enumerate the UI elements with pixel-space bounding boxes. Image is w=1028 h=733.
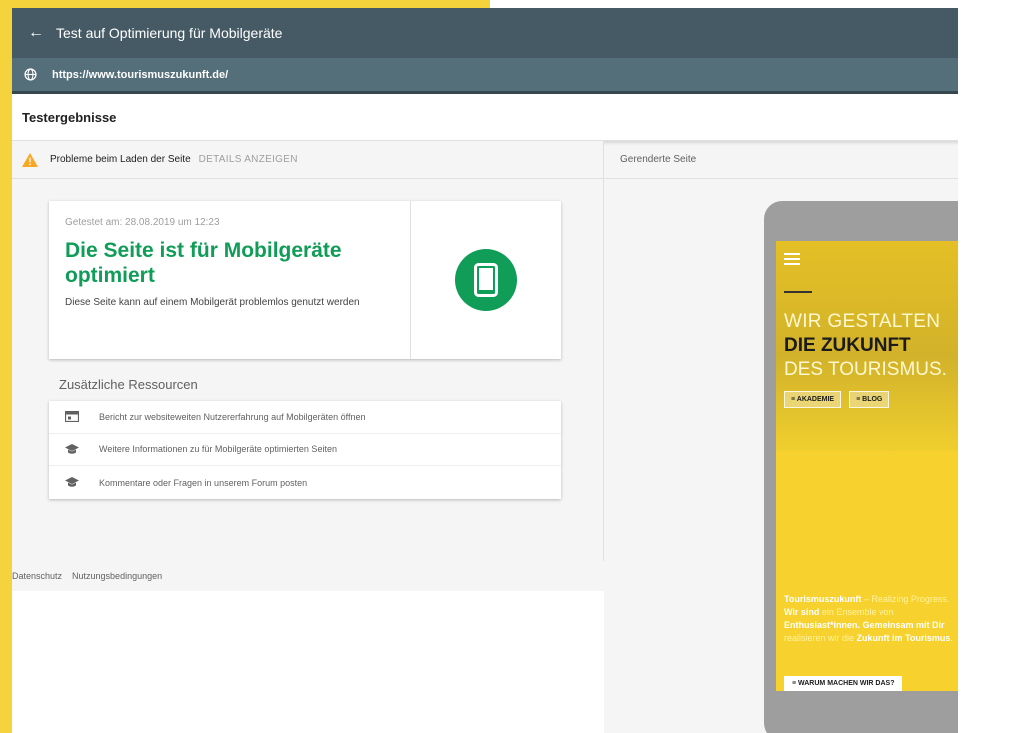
results-pane: Probleme beim Laden der Seite DETAILS AN…	[12, 141, 604, 733]
arrow-left-icon[interactable]: ←	[28, 25, 56, 41]
background-white-right	[958, 0, 1028, 733]
resources-list: Bericht zur websiteweiten Nutzererfahrun…	[49, 401, 561, 499]
app-title: Test auf Optimierung für Mobilgeräte	[56, 25, 283, 41]
resources-heading: Zusätzliche Ressourcen	[59, 377, 198, 392]
academy-button: ≡ AKADEMIE	[784, 391, 842, 408]
resource-item-label: Weitere Informationen zu für Mobilgeräte…	[99, 444, 337, 455]
enthusiasts-text: Enthusiast*innen. Gemeinsam mit Dir	[784, 620, 945, 631]
resource-item-report[interactable]: Bericht zur websiteweiten Nutzererfahrun…	[49, 401, 561, 434]
web-report-icon	[65, 411, 99, 423]
brand-name: Tourismuszukunft	[784, 594, 862, 604]
period: .	[950, 633, 953, 644]
terms-link[interactable]: Nutzungsbedingungen	[72, 571, 162, 581]
rendered-page-pane: Gerenderte Seite WIR GESTALTEN DIE ZUKUN…	[604, 141, 992, 733]
results-title: Testergebnisse	[22, 109, 117, 125]
warning-text: Probleme beim Laden der Seite	[50, 154, 191, 165]
hero-buttons: ≡ AKADEMIE ≡ BLOG	[784, 391, 897, 408]
background-yellow-strip	[0, 0, 12, 733]
ensemble-text: ein Ensemble von	[819, 607, 894, 618]
hero-line-2: DIE ZUKUNFT	[784, 335, 911, 356]
footer-spacer	[12, 591, 604, 733]
details-link[interactable]: DETAILS ANZEIGEN	[199, 154, 298, 165]
tagline: – Realizing Progress.	[861, 594, 950, 604]
result-headline: Die Seite ist für Mobilgeräte optimiert	[65, 239, 342, 288]
why-button: ≡ WARUM MACHEN WIR DAS?	[784, 676, 903, 691]
zukunft-text: Zukunft im Tourismus	[856, 633, 951, 644]
url-bar: https://www.tourismuszukunft.de/	[12, 58, 992, 94]
resource-item-label: Kommentare oder Fragen in unserem Forum …	[99, 477, 308, 488]
main-content: Probleme beim Laden der Seite DETAILS AN…	[12, 141, 992, 733]
privacy-link[interactable]: Datenschutz	[12, 571, 62, 581]
resource-item-label: Bericht zur websiteweiten Nutzererfahrun…	[99, 411, 366, 422]
top-app-bar: ← Test auf Optimierung für Mobilgeräte	[12, 8, 992, 58]
menu-icon	[784, 253, 800, 268]
graduation-cap-icon	[65, 477, 99, 488]
wir-sind: Wir sind	[784, 607, 820, 618]
warning-icon	[22, 152, 42, 168]
tested-on-timestamp: Getestet am: 28.08.2019 um 12:23	[65, 217, 220, 228]
results-header: Testergebnisse	[12, 94, 992, 141]
smartphone-icon	[455, 249, 517, 311]
hero-line-1: WIR GESTALTEN	[784, 311, 941, 332]
realisieren-text: realisieren wir die	[784, 633, 857, 644]
blog-button: ≡ BLOG	[849, 391, 890, 408]
app-window: ← Test auf Optimierung für Mobilgeräte h…	[12, 8, 992, 733]
footer: Datenschutz Nutzungsbedingungen	[12, 561, 604, 591]
result-description: Diese Seite kann auf einem Mobilgerät pr…	[65, 297, 360, 309]
hero-line-3: DES TOURISMUS.	[784, 359, 947, 380]
hero-divider	[784, 291, 812, 293]
globe-icon	[24, 68, 52, 81]
resource-item-forum[interactable]: Kommentare oder Fragen in unserem Forum …	[49, 466, 561, 499]
result-card: Getestet am: 28.08.2019 um 12:23 Die Sei…	[49, 201, 561, 359]
rendered-page-label: Gerenderte Seite	[604, 141, 992, 179]
warning-row: Probleme beim Laden der Seite DETAILS AN…	[12, 141, 603, 179]
graduation-cap-icon	[65, 443, 99, 455]
result-icon-area	[411, 201, 561, 359]
tested-url: https://www.tourismuszukunft.de/	[52, 68, 229, 81]
resource-item-info[interactable]: Weitere Informationen zu für Mobilgeräte…	[49, 434, 561, 467]
result-text-block: Getestet am: 28.08.2019 um 12:23 Die Sei…	[49, 201, 411, 359]
